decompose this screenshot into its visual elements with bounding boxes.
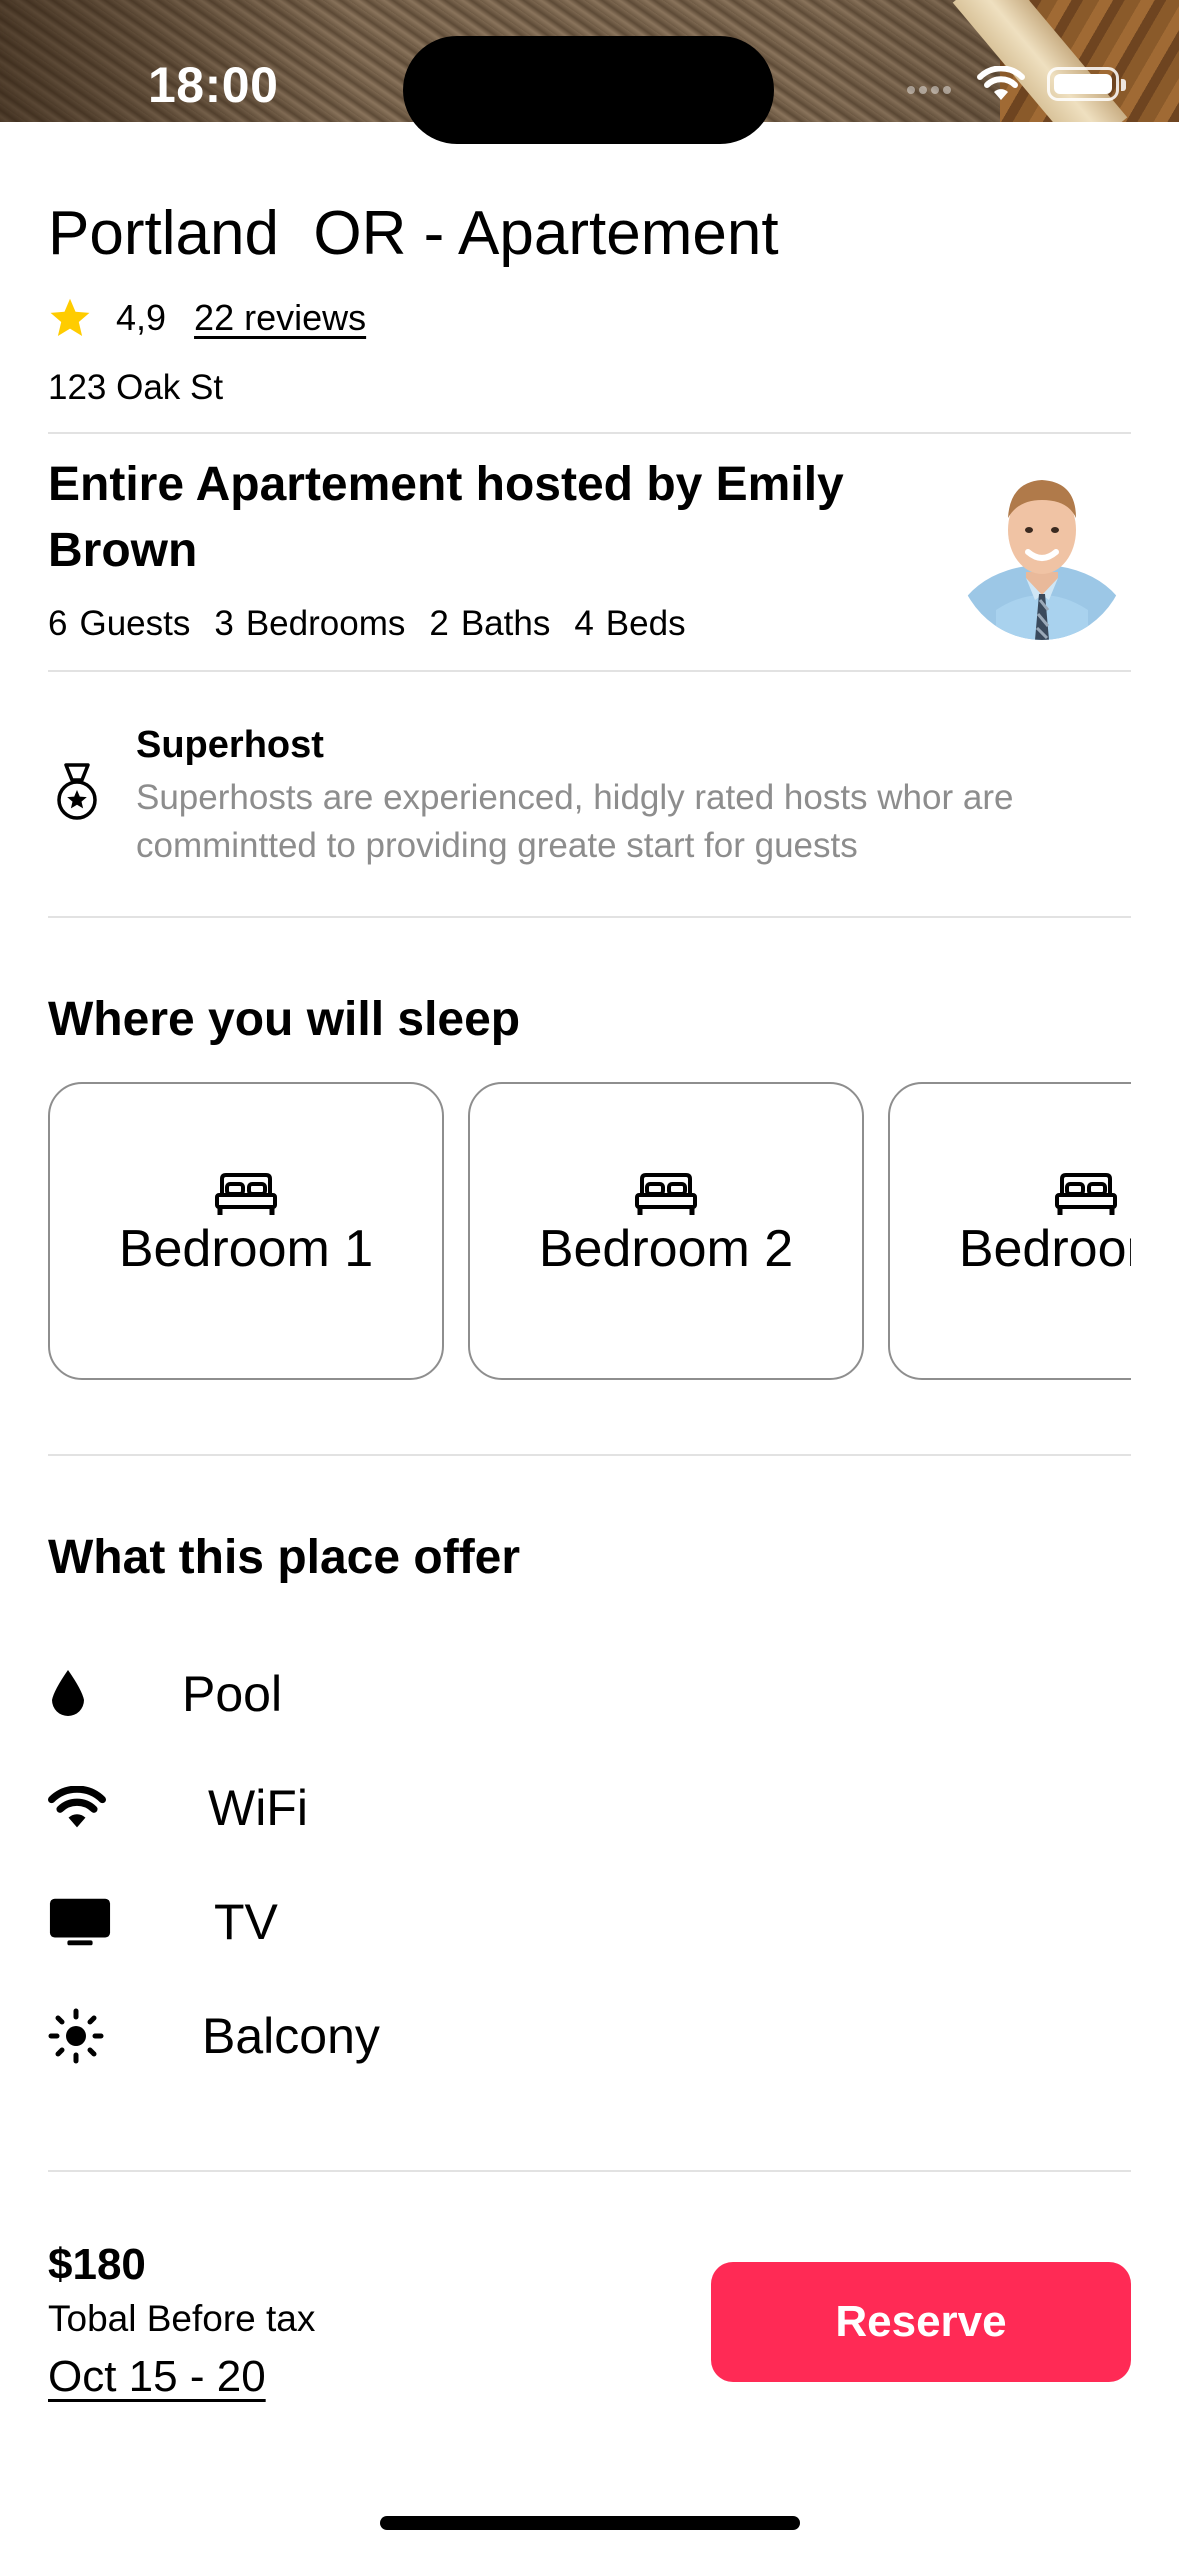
listing-stats: 6 Guests 3 Bedrooms 2 Baths 4 Beds — [48, 604, 710, 644]
star-icon — [50, 298, 90, 336]
bedroom-card[interactable]: Bedroom 1 — [48, 1082, 444, 1380]
rating-value: 4,9 — [116, 297, 167, 338]
drop-icon — [48, 1662, 112, 1726]
date-range-link[interactable]: Oct 15 - 20 — [48, 2352, 266, 2402]
divider — [48, 2170, 1131, 2172]
stat-guests: 6 Guests — [48, 604, 191, 643]
cellular-icon — [907, 86, 951, 94]
bedroom-card[interactable]: Bedroom 2 — [468, 1082, 864, 1380]
divider — [48, 916, 1131, 918]
price: $180 — [48, 2240, 146, 2289]
sun-icon — [48, 2004, 112, 2068]
price-note: Tobal Before tax — [48, 2298, 316, 2339]
status-time: 18:00 — [148, 57, 279, 113]
wifi-icon — [48, 1776, 112, 1840]
bedroom-card[interactable]: Bedroom 3 — [888, 1082, 1131, 1380]
dynamic-island — [403, 36, 774, 144]
amenity-label: Balcony — [202, 2008, 380, 2064]
host-title: Entire Apartement hosted by Emily Brown — [48, 458, 844, 577]
medal-icon — [57, 763, 97, 820]
divider — [48, 670, 1131, 672]
amenity-item: WiFi — [48, 1776, 308, 1840]
amenity-item: Balcony — [48, 2004, 380, 2068]
wifi-status-icon — [977, 66, 1025, 100]
amenities-section-title: What this place offer — [48, 1531, 521, 1584]
address: 123 Oak St — [48, 368, 224, 407]
bed-icon — [1055, 1173, 1117, 1215]
bed-icon — [215, 1173, 277, 1215]
reserve-button[interactable]: Reserve — [711, 2262, 1131, 2382]
amenity-item: TV — [48, 1890, 278, 1954]
listing-title: Portland OR - Apartement — [48, 199, 779, 268]
bedroom-carousel[interactable]: Bedroom 1 Bedroom 2 Bedroom 3 — [48, 1082, 1131, 1384]
bedroom-label: Bedroom 3 — [958, 1220, 1131, 1278]
divider — [48, 432, 1131, 434]
amenity-label: Pool — [182, 1666, 283, 1722]
home-indicator[interactable] — [380, 2516, 800, 2530]
superhost-description: Superhosts are experienced, hidgly rated… — [136, 778, 1014, 865]
status-icons — [905, 66, 1126, 102]
battery-icon — [1047, 67, 1126, 101]
reviews-link[interactable]: 22 reviews — [194, 297, 366, 339]
sleep-section-title: Where you will sleep — [48, 993, 521, 1046]
amenity-item: Pool — [48, 1662, 282, 1726]
bedroom-label: Bedroom 2 — [538, 1220, 794, 1278]
amenity-label: TV — [214, 1894, 278, 1950]
stat-bedrooms: 3 Bedrooms — [214, 604, 406, 643]
bed-icon — [635, 1173, 697, 1215]
host-avatar[interactable] — [956, 460, 1128, 640]
stat-beds: 4 Beds — [574, 604, 686, 643]
rating-row: 4,9 22 reviews — [48, 296, 366, 340]
tv-icon — [48, 1890, 112, 1954]
stat-baths: 2 Baths — [429, 604, 551, 643]
bedroom-label: Bedroom 1 — [118, 1220, 374, 1278]
divider — [48, 1454, 1131, 1456]
amenity-label: WiFi — [208, 1780, 308, 1836]
superhost-title: Superhost — [136, 724, 324, 766]
